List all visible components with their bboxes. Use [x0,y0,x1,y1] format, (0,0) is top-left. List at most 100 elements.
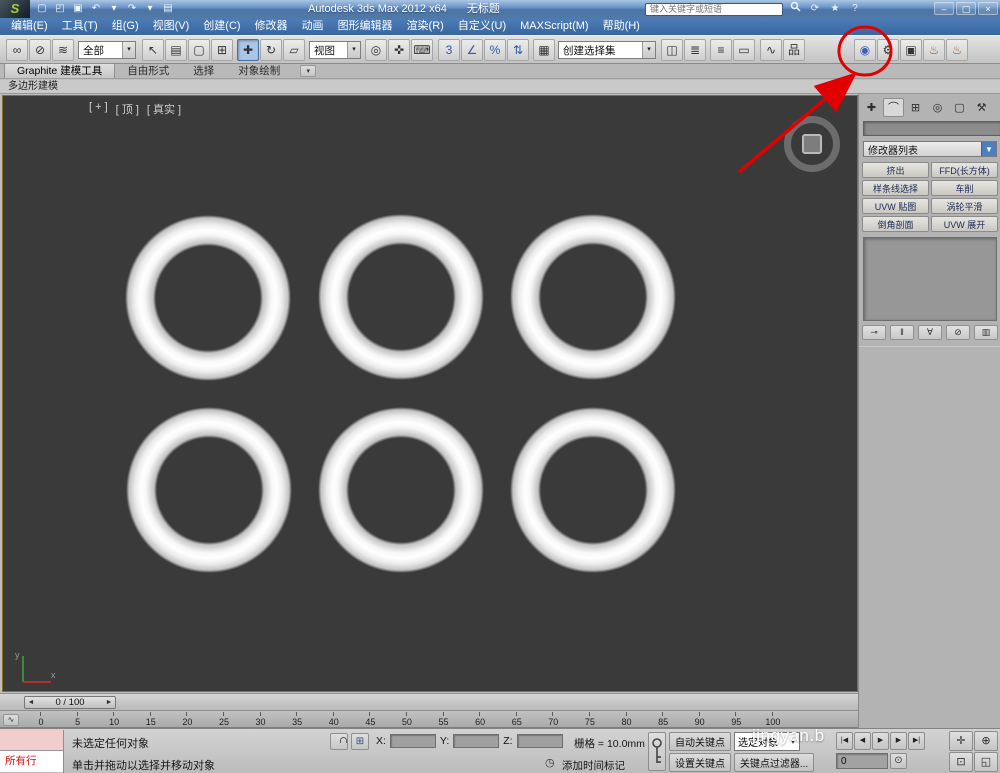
select-and-manipulate-icon[interactable]: ✜ [388,39,410,61]
menu-item[interactable]: 修改器 [248,18,295,35]
bind-to-space-warp-icon[interactable]: ≋ [52,39,74,61]
open-mini-curve-editor-button[interactable]: ∿ [3,714,19,726]
time-slider-handle[interactable]: ◄ 0 / 100 ► [24,696,116,709]
motion-tab[interactable]: ◎ [927,98,948,117]
previous-frame-button[interactable]: ◀ [854,732,871,750]
modifier-preset-button[interactable]: FFD(长方体) [931,162,998,178]
viewport-top[interactable]: [ + ] [ 顶 ] [ 真实 ] y x [2,95,858,692]
undo-icon[interactable]: ↶ [88,2,104,16]
show-end-result-button[interactable]: ‖ [890,325,914,340]
redo-flyout-icon[interactable]: ▾ [142,2,158,16]
pin-stack-button[interactable]: ⊸ [862,325,886,340]
next-frame-arrow-icon[interactable]: ► [103,699,115,706]
layer-manager-icon[interactable]: ≡ [710,39,732,61]
render-setup-icon[interactable]: ⚙ [877,39,899,61]
angle-snap-toggle-icon[interactable]: ∠ [461,39,483,61]
window-crossing-toggle-icon[interactable]: ⊞ [211,39,233,61]
render-iterative-icon[interactable]: ♨ [946,39,968,61]
object-name-field[interactable] [863,121,1000,136]
viewport-shading-menu[interactable]: [ 真实 ] [147,101,181,117]
select-and-rotate-icon[interactable]: ↻ [260,39,282,61]
viewcube[interactable] [784,116,840,172]
modifier-preset-button[interactable]: 涡轮平滑 [931,198,998,214]
add-time-tag[interactable]: 添加时间标记 [562,758,625,773]
communication-center-icon[interactable]: ⟳ [807,2,823,16]
menu-item[interactable]: 创建(C) [196,18,247,35]
play-animation-button[interactable]: ▶ [872,732,889,750]
select-by-name-icon[interactable]: ▤ [165,39,187,61]
project-folder-icon[interactable]: ▤ [160,2,176,16]
select-and-scale-icon[interactable]: ▱ [283,39,305,61]
go-to-end-button[interactable]: ▶| [908,732,925,750]
modify-tab[interactable]: ⌒ [883,98,904,117]
app-logo-icon[interactable]: S [0,0,30,18]
material-editor-icon[interactable]: ◉ [854,39,876,61]
create-tab[interactable]: ✚ [861,98,882,117]
set-keys-button[interactable] [648,732,666,771]
viewport-pov-menu[interactable]: [ 顶 ] [116,101,139,117]
current-frame-field[interactable]: 0 [836,753,888,769]
remove-modifier-button[interactable]: ⊘ [946,325,970,340]
search-input[interactable] [645,2,783,16]
minimize-button[interactable]: – [934,2,954,15]
render-production-icon[interactable]: ♨ [923,39,945,61]
pan-view-button[interactable]: ✛ [949,731,973,751]
rectangular-selection-region-icon[interactable]: ▢ [188,39,210,61]
keyboard-shortcut-override-toggle-icon[interactable]: ⌨ [411,39,433,61]
key-mode-toggle[interactable]: ⊙ [890,753,907,769]
zoom-button[interactable]: ⊕ [974,731,998,751]
modifier-preset-button[interactable]: 车削 [931,180,998,196]
configure-modifier-sets-button[interactable]: ▥ [974,325,998,340]
select-and-link-icon[interactable]: ∞ [6,39,28,61]
auto-key-button[interactable]: 自动关键点 [669,732,731,751]
modifier-preset-button[interactable]: 倒角剖面 [862,216,929,232]
selection-lock-toggle[interactable] [330,733,348,750]
graphite-ribbon-toggle-icon[interactable]: ▭ [733,39,755,61]
listener-pane[interactable]: 所有行 [0,751,63,772]
unlink-selection-icon[interactable]: ⊘ [29,39,51,61]
modifier-preset-button[interactable]: 挤出 [862,162,929,178]
ribbon-tab[interactable]: Graphite 建模工具 [4,63,116,78]
key-filters-button[interactable]: 关键点过滤器... [734,753,814,772]
select-object-icon[interactable]: ↖ [142,39,164,61]
set-key-button[interactable]: 设置关键点 [669,753,731,772]
modifier-preset-button[interactable]: 样条线选择 [862,180,929,196]
maximize-viewport-toggle-button[interactable]: ◱ [974,752,998,772]
hierarchy-tab[interactable]: ⊞ [905,98,926,117]
y-coordinate-field[interactable] [453,734,500,748]
menu-item[interactable]: 编辑(E) [4,18,55,35]
modifier-preset-button[interactable]: UVW 展开 [931,216,998,232]
redo-icon[interactable]: ↷ [124,2,140,16]
curve-editor-icon[interactable]: ∿ [760,39,782,61]
torus-object[interactable] [318,407,484,573]
percent-snap-toggle-icon[interactable]: % [484,39,506,61]
modifier-list-dropdown[interactable]: 修改器列表 ▼ [863,141,997,157]
utilities-tab[interactable]: ⚒ [971,98,992,117]
help-icon[interactable]: ? [847,2,863,16]
menu-item[interactable]: 组(G) [105,18,146,35]
snap-toggle-3d-icon[interactable]: 3 [438,39,460,61]
save-file-icon[interactable]: ▣ [70,2,86,16]
menu-item[interactable]: MAXScript(M) [513,18,595,35]
maximize-button[interactable]: ▢ [956,2,976,15]
menu-item[interactable]: 视图(V) [146,18,197,35]
spinner-snap-toggle-icon[interactable]: ⇅ [507,39,529,61]
torus-object[interactable] [510,407,676,573]
make-unique-button[interactable]: ∀ [918,325,942,340]
selection-filter-dropdown[interactable]: 全部 ▾ [78,41,136,59]
torus-object[interactable] [126,407,292,573]
go-to-start-button[interactable]: |◀ [836,732,853,750]
x-coordinate-field[interactable] [389,734,436,748]
close-button[interactable]: × [978,2,998,15]
time-slider-track[interactable]: ◄ 0 / 100 ► [0,693,858,710]
torus-object[interactable] [318,214,484,380]
menu-item[interactable]: 帮助(H) [596,18,647,35]
favorites-icon[interactable]: ★ [827,2,843,16]
new-scene-icon[interactable]: ▢ [34,2,50,16]
open-file-icon[interactable]: ◰ [52,2,68,16]
next-frame-button[interactable]: ▶ [890,732,907,750]
previous-frame-arrow-icon[interactable]: ◄ [25,699,37,706]
display-tab[interactable]: ▢ [949,98,970,117]
ribbon-panel-polygon-modeling[interactable]: 多边形建模 [0,80,1000,94]
edit-named-selection-sets-icon[interactable]: ▦ [533,39,555,61]
